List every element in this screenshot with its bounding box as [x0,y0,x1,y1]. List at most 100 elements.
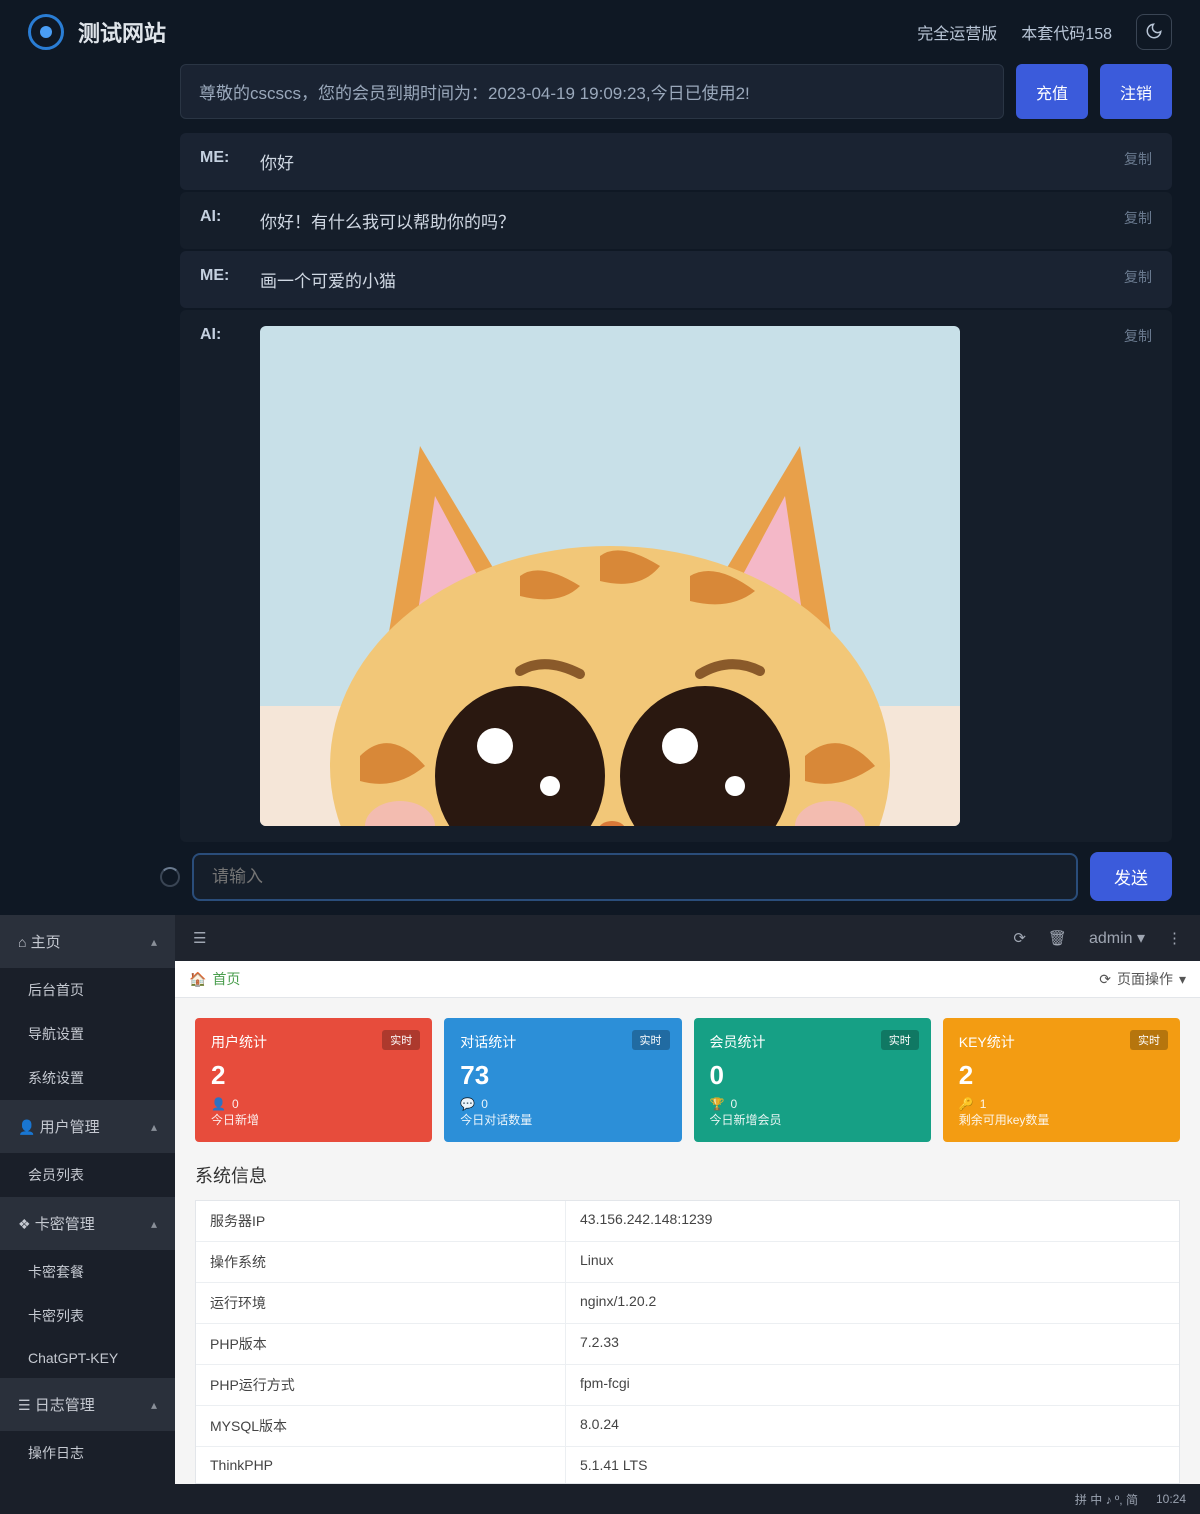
refresh-icon[interactable]: ⟳ [1013,929,1026,947]
header-left: 测试网站 [28,14,166,50]
sys-val: Linux [566,1242,1179,1282]
card-icon: ❖ [18,1216,31,1232]
info-row: 尊敬的cscscs，您的会员到期时间为：2023-04-19 19:09:23,… [180,64,1172,119]
chevron-up-icon: ▴ [151,935,157,949]
badge-realtime: 实时 [1130,1030,1168,1050]
copy-button[interactable]: 复制 [1124,267,1152,292]
message-text: 你好！有什么我可以帮助你的吗？ [260,208,1104,233]
card-sub2: 今日新增会员 [710,1111,915,1128]
card-sub2: 今日新增 [211,1111,416,1128]
breadcrumb[interactable]: 🏠 首页 [189,969,240,989]
stat-cards: 实时 用户统计 2 👤0 今日新增 实时 对话统计 73 💬0 今日对话数量 实… [175,998,1200,1162]
logout-button[interactable]: 注销 [1100,64,1172,119]
sidebar-section-logs[interactable]: ☰ 日志管理 ▴ [0,1378,175,1431]
cat-illustration-icon [260,326,960,826]
sidebar-item-sys-settings[interactable]: 系统设置 [0,1056,175,1100]
sidebar-item-member-list[interactable]: 会员列表 [0,1153,175,1197]
admin-topbar: ☰ ⟳ 🗑 admin ▾ ⋮ [175,915,1200,961]
chat-content: 尊敬的cscscs，您的会员到期时间为：2023-04-19 19:09:23,… [0,64,1200,852]
topbar-left: ☰ [193,929,206,947]
menu-toggle-icon[interactable]: ☰ [193,929,206,947]
message-input[interactable] [212,867,1058,887]
link-code[interactable]: 本套代码158 [1021,20,1112,44]
sidebar-label: 日志管理 [35,1397,95,1414]
refresh-icon: ⟳ [1099,971,1111,988]
topbar-right: ⟳ 🗑 admin ▾ ⋮ [1013,928,1182,948]
sidebar-label: 主页 [31,934,61,951]
chevron-up-icon: ▴ [151,1398,157,1412]
link-full-version[interactable]: 完全运营版 [917,20,997,44]
message-image-container [260,326,1104,826]
card-sub: 🔑1 [959,1097,1164,1111]
header-right: 完全运营版 本套代码158 [917,14,1172,50]
admin-sidebar: ⌂ 主页 ▴ 后台首页 导航设置 系统设置 👤 用户管理 ▴ 会员列表 ❖ 卡密… [0,915,175,1484]
sidebar-section-cards[interactable]: ❖ 卡密管理 ▴ [0,1197,175,1250]
home-icon: 🏠 [189,971,206,988]
table-row: PHP运行方式fpm-fcgi [196,1365,1179,1406]
sidebar-item-card-package[interactable]: 卡密套餐 [0,1250,175,1294]
site-name: 测试网站 [78,16,166,48]
copy-button[interactable]: 复制 [1124,149,1152,174]
user-name-label: admin [1089,930,1133,947]
sidebar-section-users[interactable]: 👤 用户管理 ▴ [0,1100,175,1153]
message-row: AI: 你好！有什么我可以帮助你的吗？ 复制 [180,192,1172,249]
message-text: 画一个可爱的小猫 [260,267,1104,292]
trophy-icon: 🏆 [710,1097,725,1111]
message-input-container[interactable] [192,853,1078,901]
sidebar-item-chatgpt-key[interactable]: ChatGPT-KEY [0,1338,175,1378]
log-icon: ☰ [18,1397,31,1413]
message-role: AI: [200,326,240,826]
sidebar-item-op-log[interactable]: 操作日志 [0,1431,175,1475]
sidebar-item-nav-settings[interactable]: 导航设置 [0,1012,175,1056]
card-value: 2 [959,1060,1164,1091]
send-button[interactable]: 发送 [1090,852,1172,901]
input-row: 发送 [0,852,1200,915]
chat-icon: 💬 [460,1097,475,1111]
trash-icon[interactable]: 🗑 [1048,929,1067,947]
sidebar-item-card-list[interactable]: 卡密列表 [0,1294,175,1338]
moon-icon [1145,22,1163,43]
table-row: PHP版本7.2.33 [196,1324,1179,1365]
breadcrumb-label: 首页 [212,969,240,989]
table-row: ThinkPHP5.1.41 LTS [196,1447,1179,1483]
table-row: 操作系统Linux [196,1242,1179,1283]
stat-card-users: 实时 用户统计 2 👤0 今日新增 [195,1018,432,1142]
key-icon: 🔑 [959,1097,974,1111]
stat-card-chats: 实时 对话统计 73 💬0 今日对话数量 [444,1018,681,1142]
chat-app: 测试网站 完全运营版 本套代码158 尊敬的cscscs，您的会员到期时间为：2… [0,0,1200,915]
badge-realtime: 实时 [382,1030,420,1050]
table-row: MYSQL版本8.0.24 [196,1406,1179,1447]
card-sub-val: 0 [481,1097,488,1111]
os-taskbar: 拼 中 ♪ º, 简 10:24 [0,1484,1200,1514]
copy-button[interactable]: 复制 [1124,326,1152,826]
sidebar-label: 用户管理 [40,1119,100,1136]
copy-button[interactable]: 复制 [1124,208,1152,233]
chevron-down-icon: ▾ [1179,971,1186,988]
member-info-bar: 尊敬的cscscs，您的会员到期时间为：2023-04-19 19:09:23,… [180,64,1004,119]
card-sub-val: 0 [730,1097,737,1111]
chevron-up-icon: ▴ [151,1120,157,1134]
recharge-button[interactable]: 充值 [1016,64,1088,119]
sidebar-item-dashboard[interactable]: 后台首页 [0,968,175,1012]
table-row: 服务器IP43.156.242.148:1239 [196,1201,1179,1242]
table-row: 运行环境nginx/1.20.2 [196,1283,1179,1324]
ime-indicator[interactable]: 拼 中 ♪ º, 简 [1075,1491,1138,1508]
card-sub-val: 0 [232,1097,239,1111]
sys-val: fpm-fcgi [566,1365,1179,1405]
app-header: 测试网站 完全运营版 本套代码158 [0,0,1200,64]
more-icon[interactable]: ⋮ [1167,929,1182,947]
card-sub2: 今日对话数量 [460,1111,665,1128]
sys-key: PHP版本 [196,1324,566,1364]
card-sub-val: 1 [980,1097,987,1111]
logo-icon [28,14,64,50]
page-ops-dropdown[interactable]: ⟳ 页面操作 ▾ [1099,969,1186,989]
user-menu[interactable]: admin ▾ [1089,928,1145,948]
theme-toggle-button[interactable] [1136,14,1172,50]
breadcrumb-row: 🏠 首页 ⟳ 页面操作 ▾ [175,961,1200,998]
message-list: ME: 你好 复制 AI: 你好！有什么我可以帮助你的吗？ 复制 ME: 画一个… [180,133,1172,842]
message-role: ME: [200,267,240,292]
sys-key: 运行环境 [196,1283,566,1323]
sys-key: 服务器IP [196,1201,566,1241]
sidebar-section-home[interactable]: ⌂ 主页 ▴ [0,915,175,968]
badge-realtime: 实时 [881,1030,919,1050]
